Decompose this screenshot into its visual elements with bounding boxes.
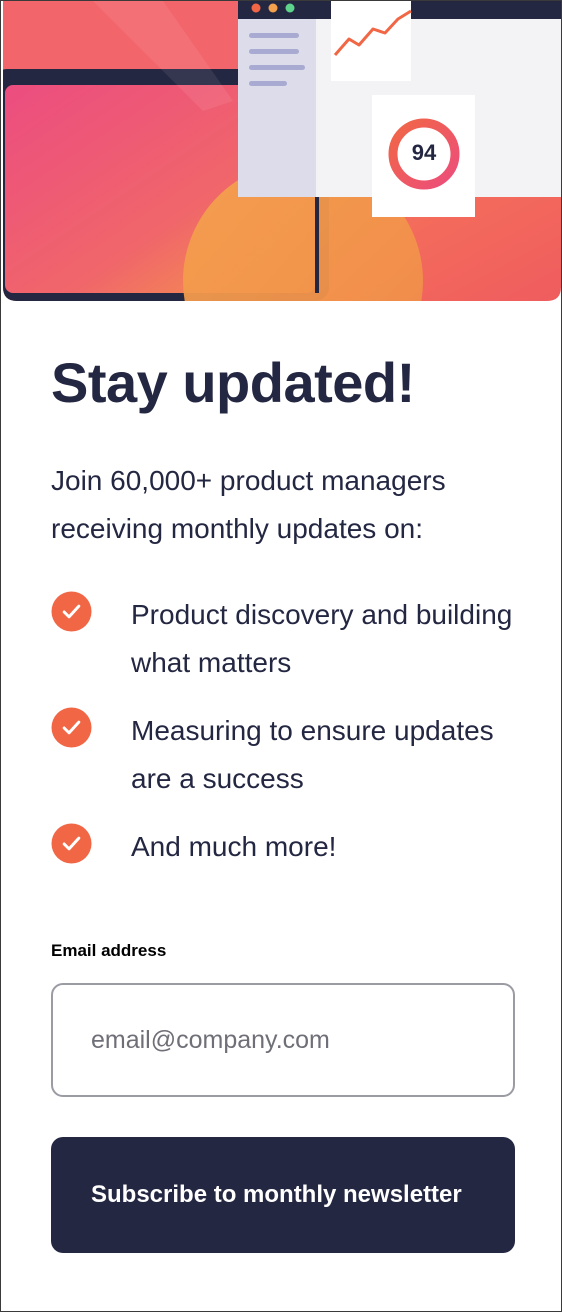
check-circle-icon [51,707,92,748]
email-input[interactable] [51,983,515,1097]
feature-text: Measuring to ensure updates are a succes… [131,715,494,794]
check-circle-icon [51,823,92,864]
intro-text: Join 60,000+ product managers receiving … [51,465,446,544]
hero-graphic [3,1,561,301]
subscribe-button[interactable]: Subscribe to monthly newsletter [51,1137,515,1253]
feature-item: Product discovery and building what matt… [51,591,517,687]
feature-text: And much more! [131,831,337,862]
feature-text: Product discovery and building what matt… [131,599,513,678]
newsletter-card: 94 Stay updated! Join 60,000+ product ma… [0,0,562,1312]
feature-item: Measuring to ensure updates are a succes… [51,707,517,803]
email-label: Email address [51,941,167,960]
feature-item: And much more! [51,823,517,871]
page-title: Stay updated! [51,351,415,414]
feature-list: Product discovery and building what matt… [51,591,517,891]
score-value: 94 [411,140,437,165]
hero-illustration: 94 [3,1,561,301]
check-circle-icon [51,591,92,632]
